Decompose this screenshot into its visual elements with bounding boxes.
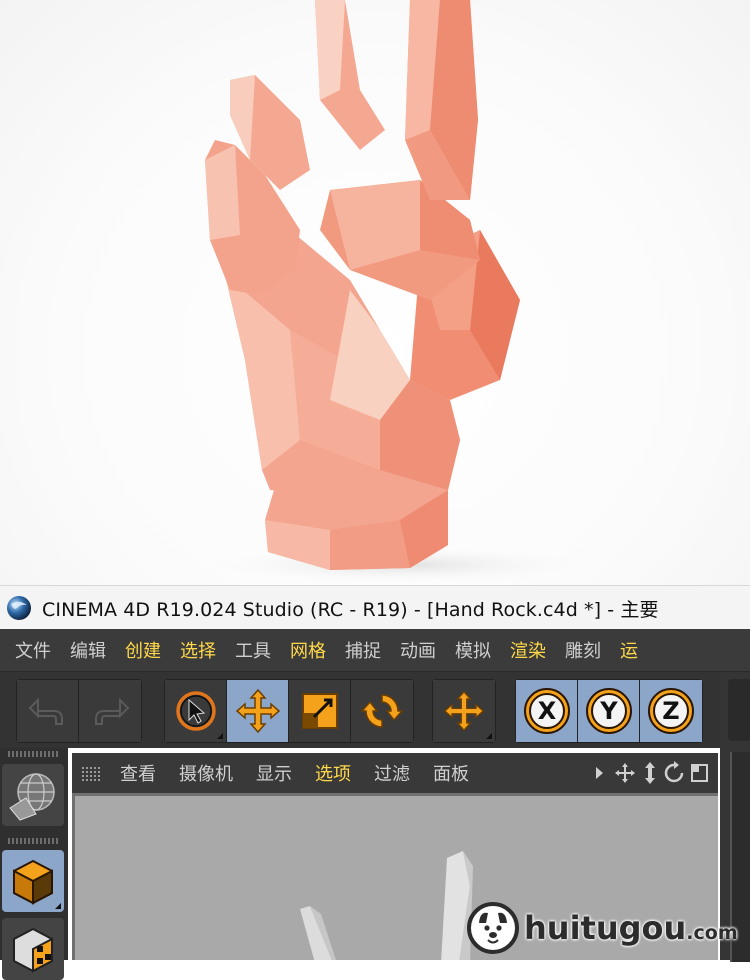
y-axis-icon: Y — [585, 688, 632, 734]
axis-label: X — [537, 697, 556, 725]
x-axis-icon: X — [523, 688, 570, 734]
orbit-icon[interactable] — [663, 761, 685, 785]
watermark: huitugou.com — [466, 898, 750, 958]
viewport-menu-display[interactable]: 显示 — [256, 760, 292, 786]
live-selection-icon — [175, 691, 216, 731]
submenu-indicator — [217, 733, 223, 739]
globe-mesh-button[interactable] — [2, 764, 64, 826]
viewport-menu-view[interactable]: 查看 — [120, 760, 156, 786]
right-toolbar-stub — [728, 679, 750, 741]
axis-label: Z — [662, 697, 679, 725]
watermark-brand: huitugou — [524, 909, 687, 947]
left-mode-palette — [0, 748, 68, 980]
undo-icon — [28, 697, 63, 725]
main-toolbar: X Y Z — [0, 672, 750, 748]
scale-tool-button[interactable] — [289, 680, 351, 742]
menu-motion[interactable]: 运 — [620, 637, 638, 663]
menu-select[interactable]: 选择 — [180, 637, 216, 663]
menu-simulate[interactable]: 模拟 — [455, 637, 491, 663]
arrow-right-icon[interactable] — [592, 762, 608, 784]
toggle-view-icon[interactable] — [690, 762, 710, 784]
menu-snap[interactable]: 捕捉 — [345, 637, 381, 663]
history-group — [16, 679, 142, 743]
undo-button[interactable] — [17, 680, 79, 742]
menu-mesh[interactable]: 网格 — [290, 637, 326, 663]
viewport-menu-filter[interactable]: 过滤 — [374, 760, 410, 786]
coordinate-move-icon — [443, 690, 485, 732]
viewport-menu-camera[interactable]: 摄像机 — [179, 760, 233, 786]
move-tool-button[interactable] — [227, 680, 289, 742]
transform-tools-group — [164, 679, 414, 743]
viewport-nav-icons — [592, 761, 710, 785]
z-axis-icon: Z — [648, 688, 694, 734]
coordinate-move-button[interactable] — [433, 680, 495, 742]
live-selection-button[interactable] — [165, 680, 227, 742]
model-mode-button[interactable] — [2, 850, 64, 912]
rotate-tool-button[interactable] — [351, 680, 413, 742]
render-preview-image — [0, 0, 750, 585]
pan-icon[interactable] — [613, 761, 637, 785]
viewport-menubar: 查看 摄像机 显示 选项 过滤 面板 — [72, 753, 718, 793]
palette-grip[interactable] — [8, 751, 60, 757]
viewport-menu-panel[interactable]: 面板 — [433, 760, 469, 786]
menu-edit[interactable]: 编辑 — [70, 637, 106, 663]
redo-icon — [95, 697, 130, 725]
submenu-indicator — [486, 733, 492, 739]
menu-file[interactable]: 文件 — [15, 637, 51, 663]
window-title: CINEMA 4D R19.024 Studio (RC - R19) - [H… — [42, 598, 659, 621]
axis-label: Y — [599, 697, 618, 725]
viewport-grip-icon[interactable] — [82, 765, 102, 781]
submenu-indicator — [55, 903, 61, 909]
x-axis-button[interactable]: X — [516, 680, 578, 742]
window-titlebar: CINEMA 4D R19.024 Studio (RC - R19) - [H… — [0, 585, 750, 630]
menu-tools[interactable]: 工具 — [235, 637, 271, 663]
coordinate-group — [432, 679, 496, 743]
scale-icon — [301, 693, 338, 729]
z-axis-button[interactable]: Z — [640, 680, 702, 742]
y-axis-button[interactable]: Y — [578, 680, 640, 742]
rotate-icon — [361, 694, 403, 728]
menu-sculpt[interactable]: 雕刻 — [565, 637, 601, 663]
menu-render[interactable]: 渲染 — [510, 637, 546, 663]
dog-mascot-logo-icon — [467, 902, 519, 954]
viewport-menu-options[interactable]: 选项 — [315, 760, 351, 786]
redo-button[interactable] — [79, 680, 141, 742]
cinema4d-logo-icon — [7, 596, 31, 620]
model-mode-icon — [13, 859, 53, 905]
low-poly-hand-illustration — [190, 0, 610, 585]
globe-mesh-icon — [9, 773, 55, 821]
watermark-text: huitugou.com — [524, 909, 738, 947]
main-menubar: 文件 编辑 创建 选择 工具 网格 捕捉 动画 模拟 渲染 雕刻 运 — [0, 629, 750, 672]
watermark-suffix: .com — [686, 922, 738, 944]
menu-create[interactable]: 创建 — [125, 637, 161, 663]
menu-animate[interactable]: 动画 — [400, 637, 436, 663]
texture-mode-button[interactable] — [2, 918, 64, 980]
dolly-icon[interactable] — [642, 761, 658, 785]
move-icon — [235, 688, 280, 734]
palette-grip[interactable] — [8, 838, 60, 844]
axis-lock-group: X Y Z — [515, 679, 703, 743]
texture-mode-icon — [13, 927, 53, 973]
